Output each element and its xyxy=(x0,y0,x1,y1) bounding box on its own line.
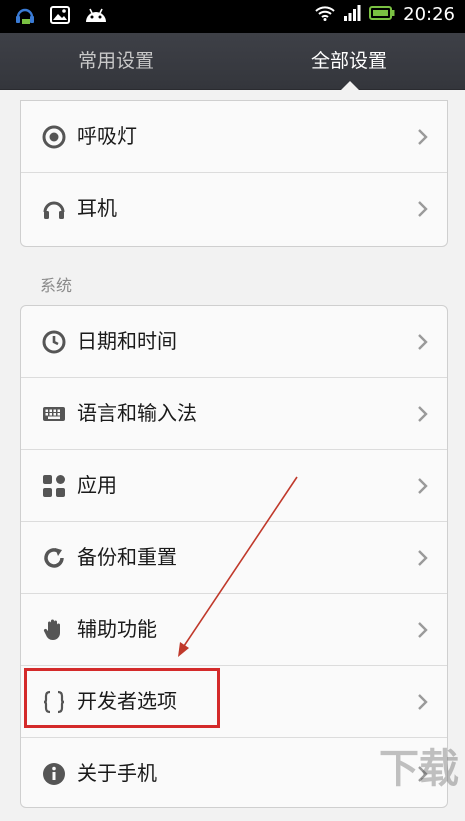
settings-item-label: 备份和重置 xyxy=(77,545,177,569)
chevron-right-icon xyxy=(417,621,429,643)
settings-item-apps[interactable]: 应用 xyxy=(21,450,447,522)
annotation-highlight-box xyxy=(24,668,220,728)
settings-item-label: 关于手机 xyxy=(77,761,157,785)
chevron-right-icon xyxy=(417,333,429,355)
tab-common-settings[interactable]: 常用设置 xyxy=(0,33,232,89)
settings-item-date-time[interactable]: 日期和时间 xyxy=(21,306,447,378)
settings-item-label: 呼吸灯 xyxy=(77,124,137,148)
android-notification-icon xyxy=(84,6,108,28)
chevron-right-icon xyxy=(417,405,429,427)
settings-item-label: 应用 xyxy=(77,473,117,497)
clock-time: 20:26 xyxy=(403,4,455,25)
settings-item-label: 日期和时间 xyxy=(77,329,177,353)
settings-item-backup-reset[interactable]: 备份和重置 xyxy=(21,522,447,594)
info-icon xyxy=(42,762,66,786)
chevron-right-icon xyxy=(417,200,429,222)
keyboard-icon xyxy=(42,402,66,426)
chevron-right-icon xyxy=(417,549,429,571)
chevron-right-icon xyxy=(417,128,429,150)
settings-item-accessibility[interactable]: 辅助功能 xyxy=(21,594,447,666)
signal-icon xyxy=(343,5,361,25)
settings-item-breathing-light[interactable]: 呼吸灯 xyxy=(21,101,447,173)
chevron-right-icon xyxy=(417,477,429,499)
settings-card-top: 呼吸灯 耳机 xyxy=(20,100,448,247)
settings-item-label: 耳机 xyxy=(77,196,117,220)
headphone-icon xyxy=(42,197,66,221)
active-tab-indicator xyxy=(341,81,359,90)
clock-icon xyxy=(42,330,66,354)
wifi-icon xyxy=(315,5,335,25)
chevron-right-icon xyxy=(417,693,429,715)
headset-notification-icon xyxy=(14,4,36,30)
backup-icon xyxy=(42,546,66,570)
tab-bar: 常用设置 全部设置 xyxy=(0,33,465,90)
watermark: 下载 xyxy=(379,746,459,792)
gallery-notification-icon xyxy=(50,6,70,28)
settings-item-headphone[interactable]: 耳机 xyxy=(21,173,447,245)
settings-item-language-input[interactable]: 语言和输入法 xyxy=(21,378,447,450)
section-header-system: 系统 xyxy=(40,276,73,295)
settings-card-system: 日期和时间 语言和输入法 应用 备份和重置 辅助功能 开发者选项 关于手机 xyxy=(20,305,448,808)
settings-item-label: 辅助功能 xyxy=(77,617,157,641)
settings-item-label: 语言和输入法 xyxy=(77,401,197,425)
apps-icon xyxy=(42,474,66,498)
breathing-light-icon xyxy=(42,125,66,149)
hand-icon xyxy=(42,618,66,642)
battery-icon xyxy=(369,5,395,25)
status-bar: 20:26 xyxy=(0,0,465,33)
